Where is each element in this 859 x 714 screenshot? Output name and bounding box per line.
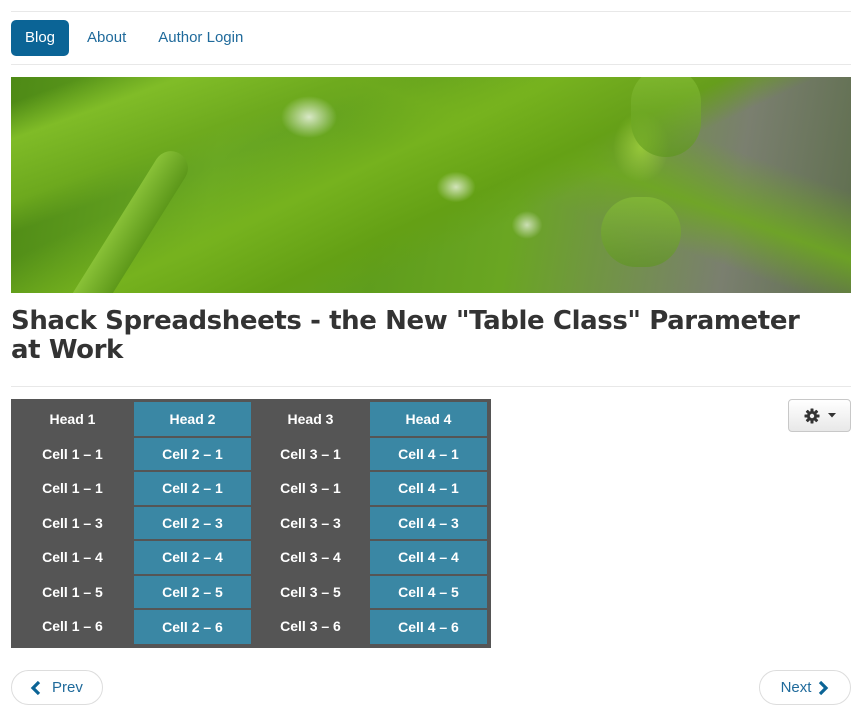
- table-cell: Cell 4 – 3: [370, 504, 487, 540]
- nav-item-blog[interactable]: Blog: [11, 20, 70, 56]
- table-row: Cell 1 – 1 Cell 2 – 1 Cell 3 – 1 Cell 4 …: [11, 435, 487, 471]
- table-cell: Cell 4 – 1: [370, 435, 487, 471]
- hero-leaf: [631, 77, 701, 157]
- table-cell: Cell 3 – 5: [280, 583, 341, 600]
- next-label: Next: [780, 679, 812, 696]
- table-header-cell: Head 3: [287, 411, 334, 428]
- article-tools-button[interactable]: [788, 399, 851, 432]
- prev-label: Prev: [52, 679, 83, 696]
- table-cell: Cell 2 – 4: [134, 539, 251, 575]
- chevron-left-icon: [30, 680, 42, 695]
- hero-leaf: [601, 197, 681, 267]
- table-cell: Cell 3 – 1: [280, 445, 341, 462]
- table-row: Cell 1 – 3 Cell 2 – 3 Cell 3 – 3 Cell 4 …: [11, 504, 487, 540]
- table-cell: Cell 4 – 1: [370, 470, 487, 506]
- table-cell: Cell 3 – 6: [280, 618, 341, 635]
- nav-item-author-login[interactable]: Author Login: [144, 20, 257, 56]
- table-header-cell: Head 1: [49, 411, 96, 428]
- table-cell: Cell 4 – 4: [370, 539, 487, 575]
- table-header-cell: Head 4: [370, 402, 487, 437]
- nav-divider: [11, 64, 851, 65]
- table-cell: Cell 3 – 1: [280, 480, 341, 497]
- table-cell: Cell 4 – 6: [370, 608, 487, 644]
- table-cell: Cell 3 – 4: [280, 549, 341, 566]
- gear-icon: [804, 408, 820, 424]
- table-row: Cell 1 – 1 Cell 2 – 1 Cell 3 – 1 Cell 4 …: [11, 470, 487, 506]
- next-button[interactable]: Next: [759, 670, 851, 705]
- table-cell: Cell 2 – 6: [134, 608, 251, 644]
- table-cell: Cell 3 – 3: [280, 514, 341, 531]
- table-cell: Cell 1 – 3: [42, 514, 103, 531]
- table-cell: Cell 2 – 1: [134, 470, 251, 506]
- table-cell: Cell 4 – 5: [370, 573, 487, 609]
- nav-item-about[interactable]: About: [73, 20, 140, 56]
- table-cell: Cell 1 – 5: [42, 583, 103, 600]
- spreadsheet-table: Head 1 Head 2 Head 3 Head 4 Cell 1 – 1 C…: [11, 399, 491, 648]
- table-cell: Cell 1 – 4: [42, 549, 103, 566]
- table-cell: Cell 1 – 6: [42, 618, 103, 635]
- table-row: Cell 1 – 5 Cell 2 – 5 Cell 3 – 5 Cell 4 …: [11, 573, 487, 609]
- caret-down-icon: [827, 413, 836, 418]
- table-row: Cell 1 – 4 Cell 2 – 4 Cell 3 – 4 Cell 4 …: [11, 539, 487, 575]
- table-cell: Cell 2 – 1: [134, 435, 251, 471]
- prev-button[interactable]: Prev: [11, 670, 103, 705]
- top-divider: [11, 11, 851, 12]
- title-divider: [11, 386, 851, 387]
- page-title: Shack Spreadsheets - the New "Table Clas…: [11, 306, 800, 365]
- main-nav: Blog About Author Login: [11, 20, 261, 56]
- table-header-cell: Head 2: [134, 402, 251, 437]
- table-cell: Cell 1 – 1: [42, 480, 103, 497]
- hero-image: [11, 77, 851, 293]
- table-row: Cell 1 – 6 Cell 2 – 6 Cell 3 – 6 Cell 4 …: [11, 608, 487, 644]
- table-header-row: Head 1 Head 2 Head 3 Head 4: [11, 402, 487, 437]
- hero-leaf: [27, 144, 195, 293]
- table-cell: Cell 2 – 3: [134, 504, 251, 540]
- chevron-right-icon: [817, 680, 829, 695]
- table-cell: Cell 2 – 5: [134, 573, 251, 609]
- table-cell: Cell 1 – 1: [42, 445, 103, 462]
